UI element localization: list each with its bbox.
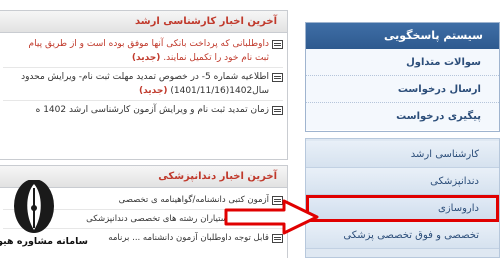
news-icon (272, 73, 283, 82)
news-item-text[interactable]: داوطلبانی که پرداخت بانکی آنها موفق بوده… (3, 37, 269, 51)
news-item[interactable]: داوطلبانی که پرداخت بانکی آنها موفق بوده… (0, 37, 287, 65)
logo-text: سامانه مشاوره هیوا (0, 236, 88, 247)
news-item-text[interactable]: اطلاعیه شماره 5- در خصوص تمدید مهلت ثبت … (3, 70, 269, 84)
news-icon (272, 106, 283, 115)
sidebar-item-track-request[interactable]: پیگیری درخواست (306, 103, 499, 130)
menu-item-medical-specialty[interactable]: تخصصی و فوق تخصصی پزشکی (306, 222, 499, 249)
menu-item-dentistry[interactable]: دندانپزشکی (306, 168, 499, 195)
support-system-box: سیستم پاسخگویی سوالات متداول ارسال درخوا… (305, 22, 500, 132)
masters-news-panel: آخرین اخبار کارشناسی ارشد داوطلبانی که پ… (0, 10, 288, 160)
news-item-text-line2[interactable]: ثبت نام خود را تکمیل نمایند. (جدید) (3, 51, 269, 65)
red-arrow-annotation (224, 199, 319, 235)
news-item-text[interactable]: ثبت نام خود را تکمیل نمایند. (163, 53, 269, 63)
news-item-text[interactable]: سال1402(1401/11/16) (170, 86, 269, 96)
new-badge: (جدید) (138, 86, 168, 96)
news-icon (272, 40, 283, 49)
sidebar-item-send-request[interactable]: ارسال درخواست (306, 76, 499, 103)
news-item-text-line2[interactable]: سال1402(1401/11/16) (جدید) (3, 84, 269, 98)
category-menu: کارشناسی ارشد دندانپزشکی داروسازی تخصصی … (305, 138, 500, 258)
support-system-title: سیستم پاسخگویی (306, 23, 499, 49)
menu-item-masters[interactable]: کارشناسی ارشد (306, 141, 499, 168)
divider (3, 67, 283, 68)
sidebar-item-faq[interactable]: سوالات متداول (306, 49, 499, 76)
news-item[interactable]: اطلاعیه شماره 5- در خصوص تمدید مهلت ثبت … (0, 70, 287, 98)
divider (3, 100, 283, 101)
new-badge: (جدید) (131, 53, 161, 63)
news-item[interactable]: زمان تمدید ثبت نام و ویرایش آزمون کارشنا… (0, 103, 287, 117)
masters-news-title: آخرین اخبار کارشناسی ارشد (0, 11, 287, 33)
menu-item-pharmacy[interactable]: داروسازی (306, 195, 499, 222)
news-item-text[interactable]: زمان تمدید ثبت نام و ویرایش آزمون کارشنا… (3, 103, 269, 117)
